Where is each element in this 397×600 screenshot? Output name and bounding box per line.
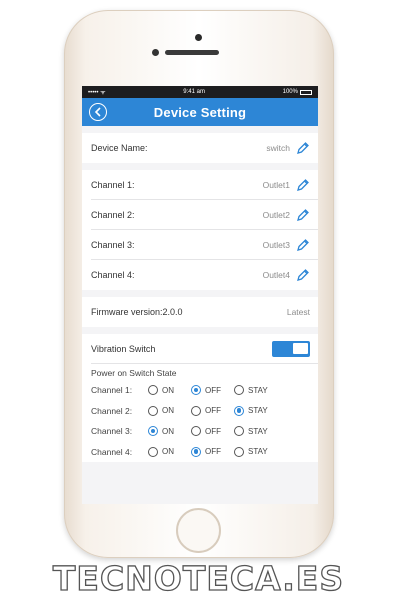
option-label: OFF	[205, 385, 221, 395]
app-screen: ••••• ᯤ 9:41 am 100% Device Setting Devi…	[82, 86, 318, 504]
option-on[interactable]: ON	[148, 405, 191, 416]
channel-label: Channel 2:	[91, 210, 135, 220]
option-label: ON	[162, 447, 174, 457]
radio-button[interactable]	[191, 446, 201, 457]
vibration-label: Vibration Switch	[91, 344, 156, 354]
radio-button[interactable]	[148, 446, 158, 457]
channel-value: Outlet2	[262, 210, 290, 220]
power-state-channel-label: Channel 1:	[91, 385, 133, 396]
radio-button[interactable]	[148, 385, 158, 396]
radio-button[interactable]	[234, 446, 244, 457]
option-on[interactable]: ON	[148, 385, 191, 396]
page-title: Device Setting	[153, 104, 247, 120]
device-name-value: switch	[266, 143, 290, 153]
channel-row-1[interactable]: Channel 1: Outlet1	[82, 170, 318, 200]
channel-names-card: Channel 1: Outlet1 Channel 2: Outlet2 Ch…	[82, 170, 318, 290]
edit-pencil-icon[interactable]	[296, 178, 310, 192]
option-label: STAY	[248, 385, 268, 395]
channel-row-2[interactable]: Channel 2: Outlet2	[82, 200, 318, 230]
firmware-row[interactable]: Firmware version:2.0.0 Latest	[82, 297, 318, 327]
option-off[interactable]: OFF	[191, 405, 234, 416]
channel-label: Channel 4:	[91, 270, 135, 280]
battery-indicator: 100%	[283, 89, 312, 95]
option-label: ON	[162, 385, 174, 395]
power-state-channel-label: Channel 4:	[91, 446, 133, 457]
battery-percent: 100%	[282, 89, 298, 95]
home-button[interactable]	[176, 508, 221, 553]
radio-button[interactable]	[191, 405, 201, 416]
option-label: ON	[162, 406, 174, 416]
channel-row-4[interactable]: Channel 4: Outlet4	[82, 260, 318, 290]
option-off[interactable]: OFF	[191, 446, 234, 457]
option-label: STAY	[248, 447, 268, 457]
carrier-signal: ••••• ᯤ	[88, 90, 106, 96]
nav-bar: Device Setting	[82, 98, 318, 126]
channel-value: Outlet1	[262, 180, 290, 190]
status-bar: ••••• ᯤ 9:41 am 100%	[82, 86, 318, 98]
option-stay[interactable]: STAY	[234, 426, 277, 437]
power-state-row-4: Channel 4: ON OFF STAY	[82, 442, 318, 463]
power-state-row-2: Channel 2: ON OFF STAY	[82, 401, 318, 422]
radio-button[interactable]	[234, 385, 244, 396]
edit-pencil-icon[interactable]	[296, 208, 310, 222]
power-state-heading: Power on Switch State	[91, 368, 177, 378]
device-name-row[interactable]: Device Name: switch	[82, 133, 318, 163]
power-state-row-3: Channel 3: ON OFF STAY	[82, 421, 318, 442]
edit-pencil-icon[interactable]	[296, 141, 310, 155]
option-label: STAY	[248, 426, 268, 436]
firmware-version: Firmware version:2.0.0	[91, 307, 183, 317]
option-on[interactable]: ON	[148, 426, 191, 437]
vibration-row: Vibration Switch	[82, 334, 318, 364]
option-label: ON	[162, 426, 174, 436]
device-name-label: Device Name:	[91, 143, 148, 153]
option-stay[interactable]: STAY	[234, 405, 277, 416]
firmware-card: Firmware version:2.0.0 Latest	[82, 297, 318, 327]
power-state-channel-label: Channel 2:	[91, 405, 133, 416]
radio-button[interactable]	[148, 405, 158, 416]
channel-value: Outlet4	[262, 270, 290, 280]
edit-pencil-icon[interactable]	[296, 268, 310, 282]
back-button[interactable]	[89, 103, 107, 121]
radio-button[interactable]	[191, 385, 201, 396]
status-time: 9:41 am	[183, 89, 205, 95]
option-on[interactable]: ON	[148, 446, 191, 457]
power-state-channel-label: Channel 3:	[91, 426, 133, 437]
radio-button[interactable]	[234, 426, 244, 437]
channel-value: Outlet3	[262, 240, 290, 250]
channel-row-3[interactable]: Channel 3: Outlet3	[82, 230, 318, 260]
option-label: OFF	[205, 426, 221, 436]
option-off[interactable]: OFF	[191, 426, 234, 437]
channel-label: Channel 1:	[91, 180, 135, 190]
chevron-left-icon	[94, 107, 101, 117]
channel-label: Channel 3:	[91, 240, 135, 250]
option-stay[interactable]: STAY	[234, 446, 277, 457]
radio-button[interactable]	[148, 426, 158, 437]
radio-button[interactable]	[234, 405, 244, 416]
device-name-card: Device Name: switch	[82, 133, 318, 163]
radio-button[interactable]	[191, 426, 201, 437]
earpiece-speaker	[165, 50, 219, 55]
toggle-knob	[293, 343, 308, 354]
edit-pencil-icon[interactable]	[296, 238, 310, 252]
site-watermark: TECNOTECA.ES	[52, 559, 345, 598]
option-label: OFF	[205, 406, 221, 416]
settings-card: Vibration Switch Power on Switch State C…	[82, 334, 318, 462]
power-state-row-1: Channel 1: ON OFF STAY	[82, 380, 318, 401]
option-label: OFF	[205, 447, 221, 457]
option-off[interactable]: OFF	[191, 385, 234, 396]
proximity-sensor	[152, 49, 159, 56]
front-camera	[195, 34, 202, 41]
firmware-status: Latest	[286, 307, 310, 317]
option-stay[interactable]: STAY	[234, 385, 277, 396]
vibration-toggle[interactable]	[272, 341, 310, 357]
battery-icon	[299, 89, 312, 95]
option-label: STAY	[248, 406, 268, 416]
